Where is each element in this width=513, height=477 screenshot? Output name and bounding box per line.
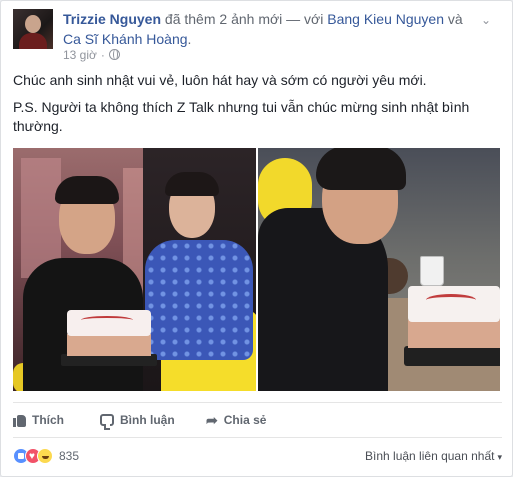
mug (420, 256, 444, 286)
post-photo-2[interactable] (258, 148, 500, 391)
comment-sort-label: Bình luận liên quan nhất (365, 449, 495, 463)
chevron-down-icon[interactable]: ⌄ (479, 13, 493, 27)
divider (13, 437, 502, 438)
action-text: đã thêm 2 ảnh mới — với (164, 11, 324, 27)
post-line-2: P.S. Người ta không thích Z Talk nhưng t… (13, 99, 470, 134)
post-card: Trizzie Nguyen đã thêm 2 ảnh mới — với B… (0, 0, 513, 477)
caret-down-icon: ▾ (497, 452, 502, 462)
author-name[interactable]: Trizzie Nguyen (63, 11, 161, 27)
birthday-cake (404, 286, 500, 372)
headline-period: . (187, 31, 192, 47)
comment-label: Bình luận (120, 413, 175, 427)
cake-writing (426, 294, 476, 306)
conjunction-text: và (447, 11, 463, 27)
post-meta: 13 giờ · (63, 47, 120, 63)
cake-layer (67, 334, 151, 356)
meta-separator: · (100, 48, 105, 62)
comment-button[interactable]: Bình luận (100, 405, 175, 435)
comment-icon (100, 414, 114, 430)
action-bar: Thích Bình luận ➦ Chia sẻ (13, 405, 502, 435)
avatar[interactable] (13, 9, 53, 49)
cake-writing (81, 316, 133, 324)
post-photo-1[interactable] (13, 148, 256, 391)
like-button[interactable]: Thích (13, 405, 64, 435)
tagged-person-1[interactable]: Bang Kieu Nguyen (327, 11, 444, 27)
person-figure (55, 176, 119, 204)
post-body: Chúc anh sinh nhật vui vẻ, luôn hát hay … (13, 71, 499, 144)
globe-icon[interactable] (108, 49, 120, 60)
share-button[interactable]: ➦ Chia sẻ (206, 405, 266, 435)
comment-sort-dropdown[interactable]: Bình luận liên quan nhất ▾ (365, 449, 502, 463)
post-footer: 835 Bình luận liên quan nhất▾ (13, 443, 502, 469)
share-label: Chia sẻ (223, 413, 267, 427)
cake-layer (408, 320, 500, 348)
post-timestamp[interactable]: 13 giờ (63, 48, 97, 62)
post-line-1: Chúc anh sinh nhật vui vẻ, luôn hát hay … (13, 72, 427, 88)
post-headline: Trizzie Nguyen đã thêm 2 ảnh mới — với B… (63, 9, 483, 49)
like-label: Thích (32, 413, 64, 427)
birthday-cake (61, 310, 157, 368)
thumbs-up-icon (13, 413, 26, 427)
tagged-person-2[interactable]: Ca Sĩ Khánh Hoàng (63, 31, 188, 47)
cake-tray (404, 346, 500, 366)
person-figure (316, 148, 406, 190)
reactions-summary[interactable]: 835 (13, 447, 79, 465)
person-figure (165, 172, 219, 196)
post-header: Trizzie Nguyen đã thêm 2 ảnh mới — với B… (13, 9, 503, 62)
shirt-pattern (145, 240, 253, 360)
reaction-count: 835 (59, 449, 80, 463)
share-arrow-icon: ➦ (206, 412, 218, 428)
divider (13, 402, 502, 403)
haha-reaction-icon (37, 448, 53, 464)
